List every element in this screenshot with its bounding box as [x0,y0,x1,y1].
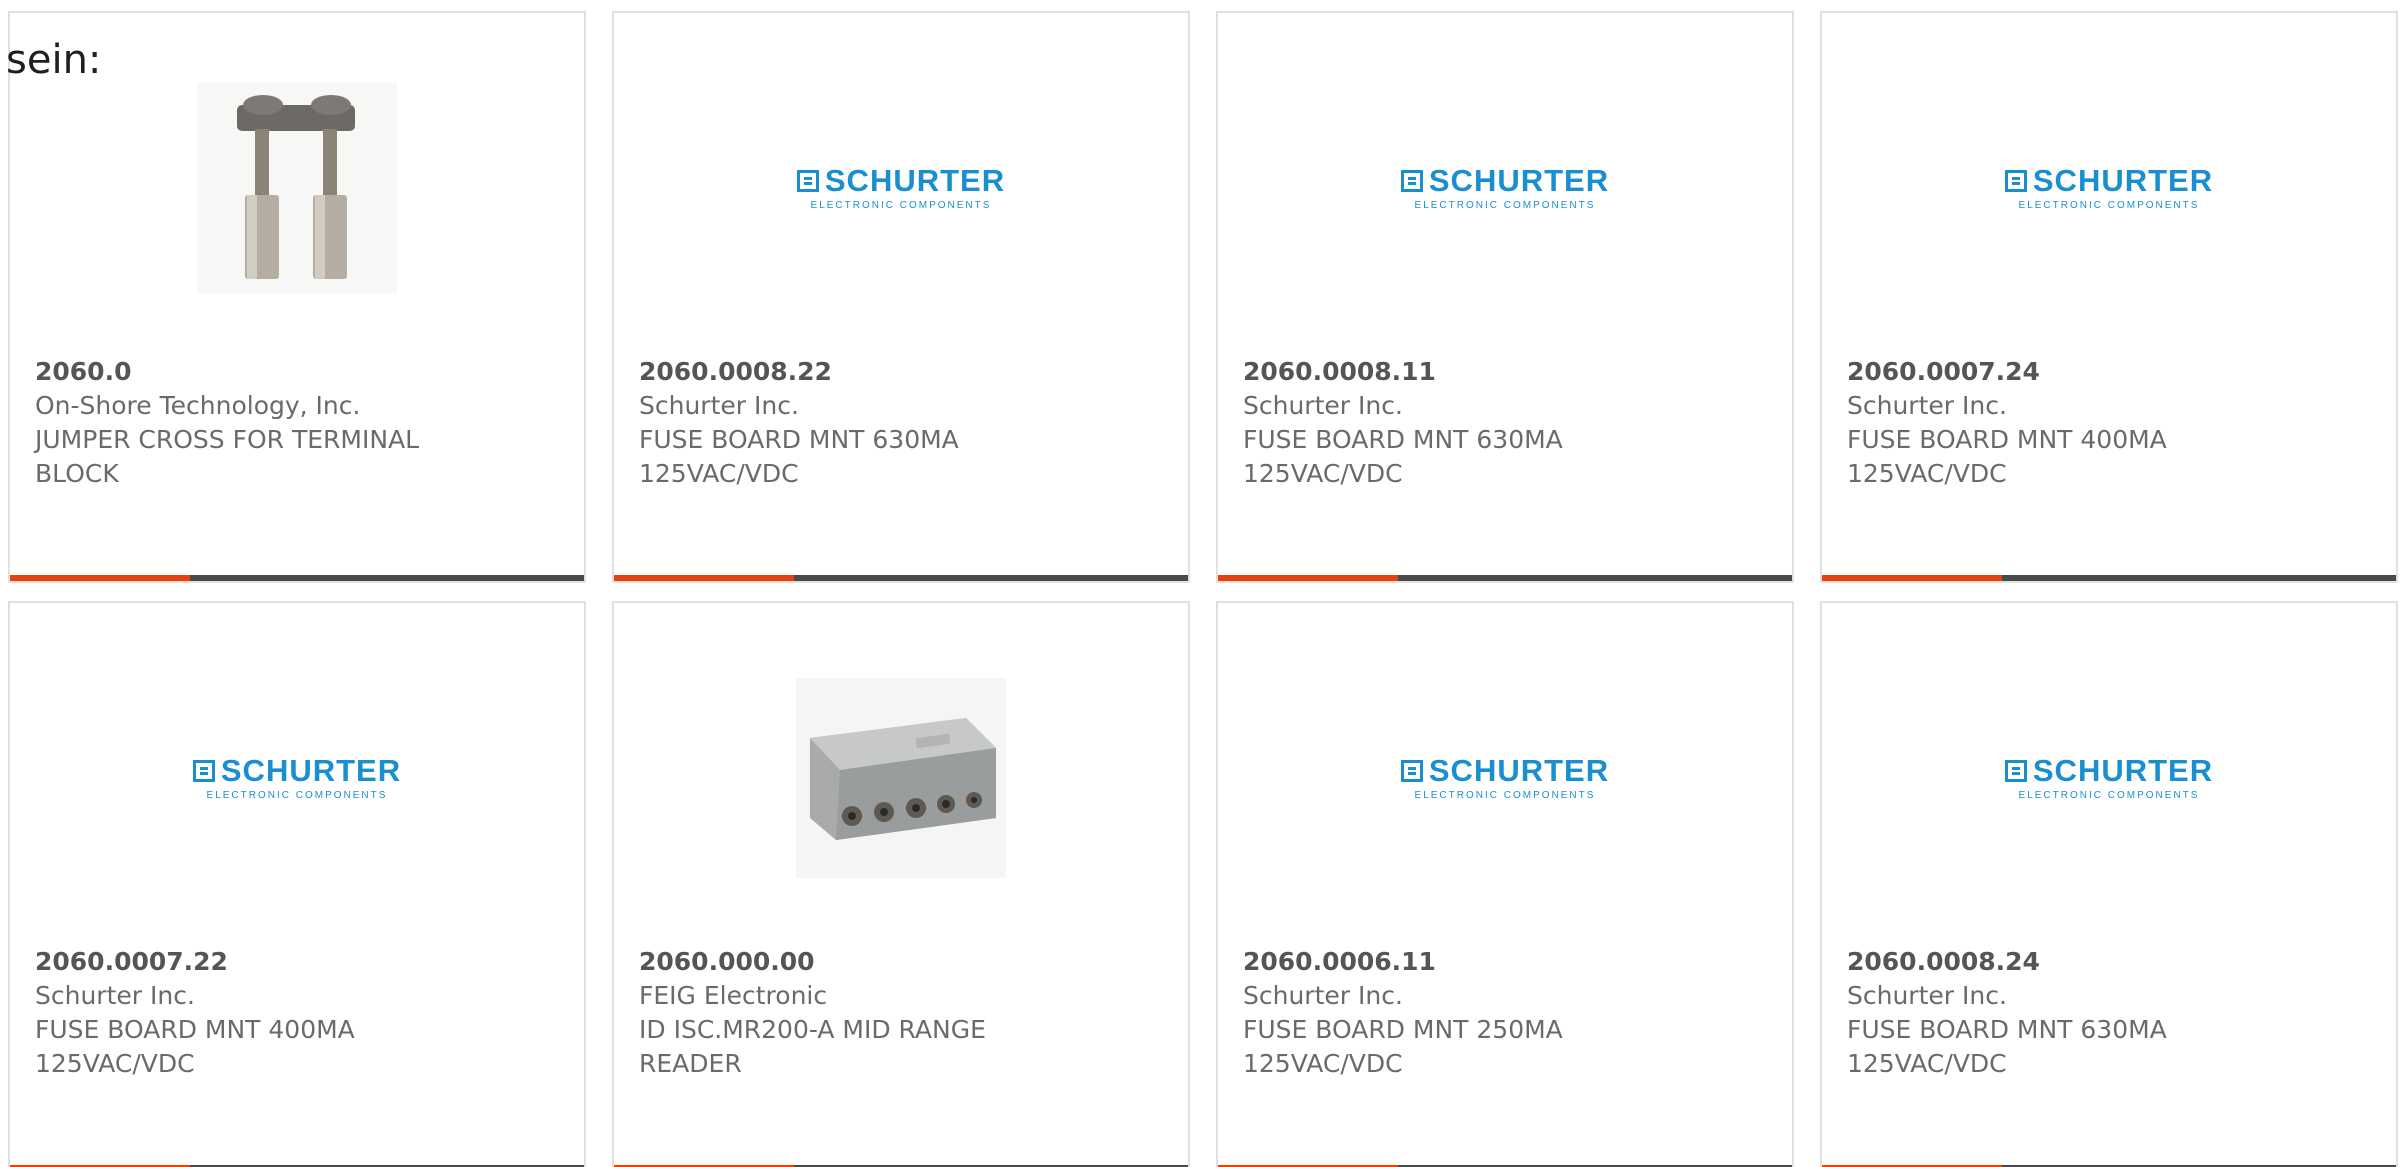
product-image[interactable]: SCHURTER ELECTRONIC COMPONENTS [614,73,1188,303]
description: FUSE BOARD MNT 400MA 125VAC/VDC [1847,425,2167,488]
part-number[interactable]: 2060.0006.11 [1243,945,1663,979]
manufacturer: On-Shore Technology, Inc. [35,391,361,420]
part-number[interactable]: 2060.0 [35,355,455,389]
description: FUSE BOARD MNT 630MA 125VAC/VDC [639,425,959,488]
product-card[interactable]: 2060.000.00 FEIG Electronic ID ISC.MR200… [612,601,1190,1167]
intro-text: sein: [6,37,102,83]
product-results-page: sein: 2060.0 On-Shore Technology, Inc. J… [0,0,2400,1167]
product-info: 2060.0006.11 Schurter Inc. FUSE BOARD MN… [1243,945,1663,1081]
schurter-logo: SCHURTER ELECTRONIC COMPONENTS [1400,165,1609,211]
schurter-logo: SCHURTER ELECTRONIC COMPONENTS [2004,165,2213,211]
schurter-logo-icon [1400,169,1423,192]
product-image[interactable]: SCHURTER ELECTRONIC COMPONENTS [10,663,584,893]
schurter-logo-icon [796,169,819,192]
schurter-logo-icon [192,759,215,782]
card-bar-accent [1218,575,1398,581]
product-card[interactable]: SCHURTER ELECTRONIC COMPONENTS 2060.0007… [1820,11,2398,583]
schurter-logo-icon [1400,759,1423,782]
reader-image [796,678,1006,878]
description: FUSE BOARD MNT 630MA 125VAC/VDC [1243,425,1563,488]
card-bar-accent [1822,575,2002,581]
description: FUSE BOARD MNT 250MA 125VAC/VDC [1243,1015,1563,1078]
description: JUMPER CROSS FOR TERMINAL BLOCK [35,425,420,488]
part-number[interactable]: 2060.0008.24 [1847,945,2267,979]
description: FUSE BOARD MNT 630MA 125VAC/VDC [1847,1015,2167,1078]
product-info: 2060.0008.24 Schurter Inc. FUSE BOARD MN… [1847,945,2267,1081]
product-card[interactable]: SCHURTER ELECTRONIC COMPONENTS 2060.0008… [1216,11,1794,583]
schurter-logo: SCHURTER ELECTRONIC COMPONENTS [192,755,401,801]
description: FUSE BOARD MNT 400MA 125VAC/VDC [35,1015,355,1078]
product-card[interactable]: SCHURTER ELECTRONIC COMPONENTS 2060.0007… [8,601,586,1167]
product-image[interactable]: SCHURTER ELECTRONIC COMPONENTS [1822,663,2396,893]
schurter-logo: SCHURTER ELECTRONIC COMPONENTS [1400,755,1609,801]
schurter-logo: SCHURTER ELECTRONIC COMPONENTS [2004,755,2213,801]
manufacturer: Schurter Inc. [1847,391,2007,420]
product-image[interactable]: SCHURTER ELECTRONIC COMPONENTS [1822,73,2396,303]
schurter-logo: SCHURTER ELECTRONIC COMPONENTS [796,165,1005,211]
product-card[interactable]: SCHURTER ELECTRONIC COMPONENTS 2060.0006… [1216,601,1794,1167]
card-bar [614,575,1188,581]
product-card[interactable]: 2060.0 On-Shore Technology, Inc. JUMPER … [8,11,586,583]
part-number[interactable]: 2060.0007.24 [1847,355,2267,389]
manufacturer: Schurter Inc. [35,981,195,1010]
part-number[interactable]: 2060.000.00 [639,945,1059,979]
card-bar [10,575,584,581]
jumper-image [197,83,397,293]
part-number[interactable]: 2060.0008.22 [639,355,1059,389]
card-bar [1822,575,2396,581]
product-info: 2060.0008.22 Schurter Inc. FUSE BOARD MN… [639,355,1059,491]
part-number[interactable]: 2060.0008.11 [1243,355,1663,389]
description: ID ISC.MR200-A MID RANGE READER [639,1015,986,1078]
product-info: 2060.0 On-Shore Technology, Inc. JUMPER … [35,355,455,491]
part-number[interactable]: 2060.0007.22 [35,945,455,979]
product-image[interactable]: SCHURTER ELECTRONIC COMPONENTS [1218,73,1792,303]
product-info: 2060.0007.22 Schurter Inc. FUSE BOARD MN… [35,945,455,1081]
product-card[interactable]: SCHURTER ELECTRONIC COMPONENTS 2060.0008… [1820,601,2398,1167]
manufacturer: Schurter Inc. [1847,981,2007,1010]
manufacturer: Schurter Inc. [1243,391,1403,420]
manufacturer: Schurter Inc. [639,391,799,420]
card-bar-accent [614,575,794,581]
product-grid: 2060.0 On-Shore Technology, Inc. JUMPER … [8,11,2398,1167]
manufacturer: Schurter Inc. [1243,981,1403,1010]
product-info: 2060.0008.11 Schurter Inc. FUSE BOARD MN… [1243,355,1663,491]
product-card[interactable]: SCHURTER ELECTRONIC COMPONENTS 2060.0008… [612,11,1190,583]
manufacturer: FEIG Electronic [639,981,828,1010]
product-info: 2060.000.00 FEIG Electronic ID ISC.MR200… [639,945,1059,1081]
product-image[interactable] [10,73,584,303]
card-bar-accent [10,575,190,581]
product-image[interactable] [614,663,1188,893]
product-info: 2060.0007.24 Schurter Inc. FUSE BOARD MN… [1847,355,2267,491]
product-image[interactable]: SCHURTER ELECTRONIC COMPONENTS [1218,663,1792,893]
card-bar [1218,575,1792,581]
schurter-logo-icon [2004,169,2027,192]
schurter-logo-icon [2004,759,2027,782]
